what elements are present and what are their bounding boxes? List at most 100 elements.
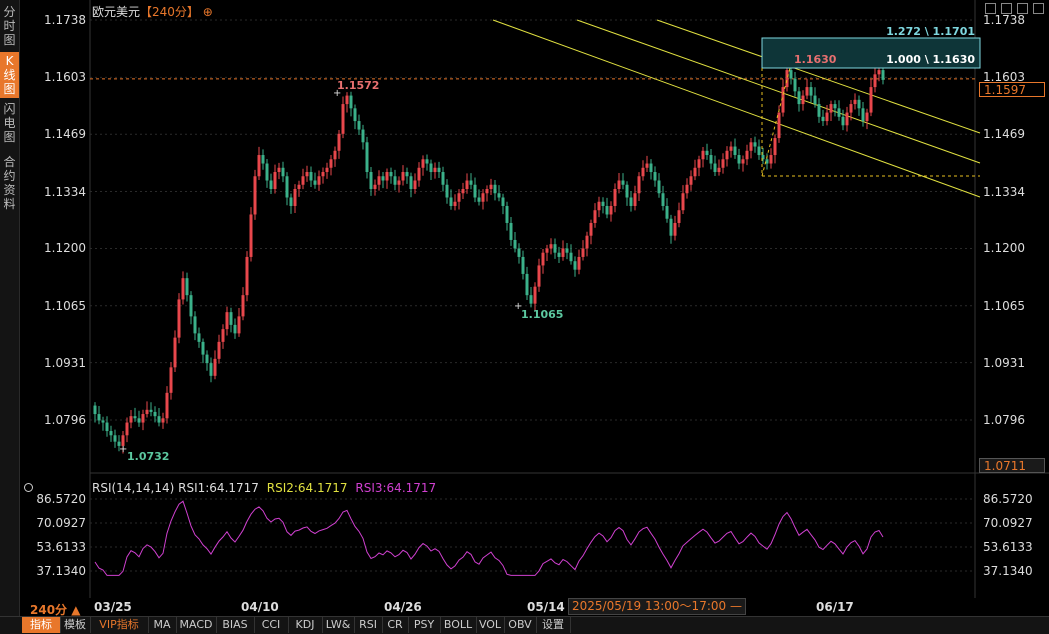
- candle-body: [105, 422, 109, 432]
- candle-body: [197, 333, 201, 342]
- candle-body: [793, 78, 797, 92]
- candle-body: [445, 184, 449, 198]
- candle-body: [801, 95, 805, 105]
- candle-body: [317, 176, 321, 185]
- candle-body: [453, 201, 457, 206]
- candle-body: [461, 189, 465, 194]
- indicator-tab[interactable]: VOL: [476, 617, 505, 633]
- date-label: 03/25: [94, 600, 132, 614]
- candle-body: [853, 99, 857, 105]
- candle-body: [233, 324, 237, 334]
- indicator-tab[interactable]: MACD: [176, 617, 217, 633]
- candle-body: [745, 150, 749, 160]
- indicator-tab[interactable]: BOLL: [440, 617, 477, 633]
- candle-body: [841, 116, 845, 126]
- candle-body: [393, 176, 397, 185]
- candle-body: [493, 184, 497, 194]
- indicator-tab[interactable]: BIAS: [216, 617, 255, 633]
- indicator-tab[interactable]: 模板: [60, 617, 91, 633]
- candle-body: [365, 142, 369, 173]
- candle-body: [181, 278, 185, 300]
- candle-body: [413, 180, 417, 190]
- candle-body: [305, 172, 309, 177]
- candle-body: [669, 218, 673, 236]
- rsi-title: RSI(14,14,14): [92, 481, 175, 495]
- rsi-settings-icon[interactable]: [24, 483, 33, 492]
- candle-body: [149, 409, 153, 412]
- candle-body: [629, 197, 633, 206]
- candle-body: [677, 210, 681, 223]
- candle-body: [789, 70, 793, 79]
- candle-body: [125, 422, 129, 436]
- fib-1000-label: 1.000 \ 1.1630: [886, 53, 975, 66]
- candle-body: [597, 201, 601, 211]
- indicator-tab[interactable]: VIP指标: [90, 617, 149, 633]
- indicator-tab[interactable]: PSY: [408, 617, 441, 633]
- candle-body: [733, 146, 737, 156]
- price-axis-label-right: 1.1200: [983, 241, 1025, 256]
- candle-body: [869, 87, 873, 113]
- rsi3-value: RSI3:64.1717: [355, 481, 437, 495]
- rsi-axis-label: 37.1340: [36, 564, 86, 578]
- candle-body: [373, 184, 377, 190]
- candle-body: [153, 411, 157, 417]
- candle-body: [589, 222, 593, 236]
- indicator-tab[interactable]: 设置: [536, 617, 571, 633]
- candle-body: [513, 239, 517, 249]
- candle-body: [93, 405, 97, 415]
- candle-body: [161, 418, 165, 423]
- indicator-tab[interactable]: CCI: [254, 617, 289, 633]
- indicator-tab[interactable]: RSI: [354, 617, 383, 633]
- swing-low-label: 1.1065: [521, 308, 563, 321]
- indicator-tab[interactable]: OBV: [504, 617, 537, 633]
- price-axis-label: 1.0931: [44, 355, 86, 370]
- price-axis-label: 1.1603: [44, 70, 86, 85]
- candle-body: [173, 337, 177, 368]
- candle-body: [773, 138, 777, 156]
- candle-body: [381, 176, 385, 181]
- candle-body: [845, 112, 849, 126]
- candle-body: [857, 99, 861, 109]
- candle-body: [329, 159, 333, 168]
- candle-body: [865, 112, 869, 122]
- candle-body: [529, 295, 533, 304]
- candle-body: [241, 295, 245, 317]
- candle-body: [525, 273, 529, 296]
- candle-body: [189, 295, 193, 317]
- indicator-tab[interactable]: 指标: [22, 617, 61, 633]
- indicator-tab[interactable]: CR: [382, 617, 409, 633]
- current-price-tag: 1.1597: [979, 82, 1045, 97]
- start-low-marker: +: [119, 444, 127, 455]
- candle-body: [353, 108, 357, 122]
- candle-body: [673, 222, 677, 236]
- candle-body: [645, 163, 649, 168]
- candle-body: [457, 193, 461, 202]
- candle-body: [681, 193, 685, 211]
- rsi1-value: RSI1:64.1717: [178, 481, 259, 495]
- price-axis-label-right: 1.1065: [983, 298, 1025, 313]
- candle-body: [193, 316, 197, 334]
- candle-body: [257, 155, 261, 177]
- candle-body: [157, 416, 161, 423]
- candle-body: [817, 104, 821, 117]
- candle-body: [277, 167, 281, 173]
- candle-body: [621, 180, 625, 185]
- date-label: 04/10: [241, 600, 279, 614]
- indicator-tab[interactable]: MA: [148, 617, 177, 633]
- candle-body: [541, 252, 545, 266]
- rsi2-value: RSI2:64.1717: [266, 481, 348, 495]
- candle-body: [385, 172, 389, 181]
- indicator-tab[interactable]: KDJ: [288, 617, 323, 633]
- candle-body: [225, 312, 229, 330]
- candle-body: [721, 159, 725, 168]
- kline-chart[interactable]: 1.272 \ 1.1701 1.000 \ 1.1630 1.1630 1.1572…: [0, 0, 1049, 633]
- price-axis-label-right: 1.0796: [983, 413, 1025, 427]
- candle-body: [689, 176, 693, 185]
- candle-body: [505, 205, 509, 223]
- start-low-label: 1.0732: [127, 450, 169, 463]
- candle-body: [609, 205, 613, 215]
- candle-body: [549, 244, 553, 249]
- candle-body: [417, 167, 421, 181]
- indicator-tab[interactable]: LW&: [322, 617, 355, 633]
- candle-body: [369, 172, 373, 190]
